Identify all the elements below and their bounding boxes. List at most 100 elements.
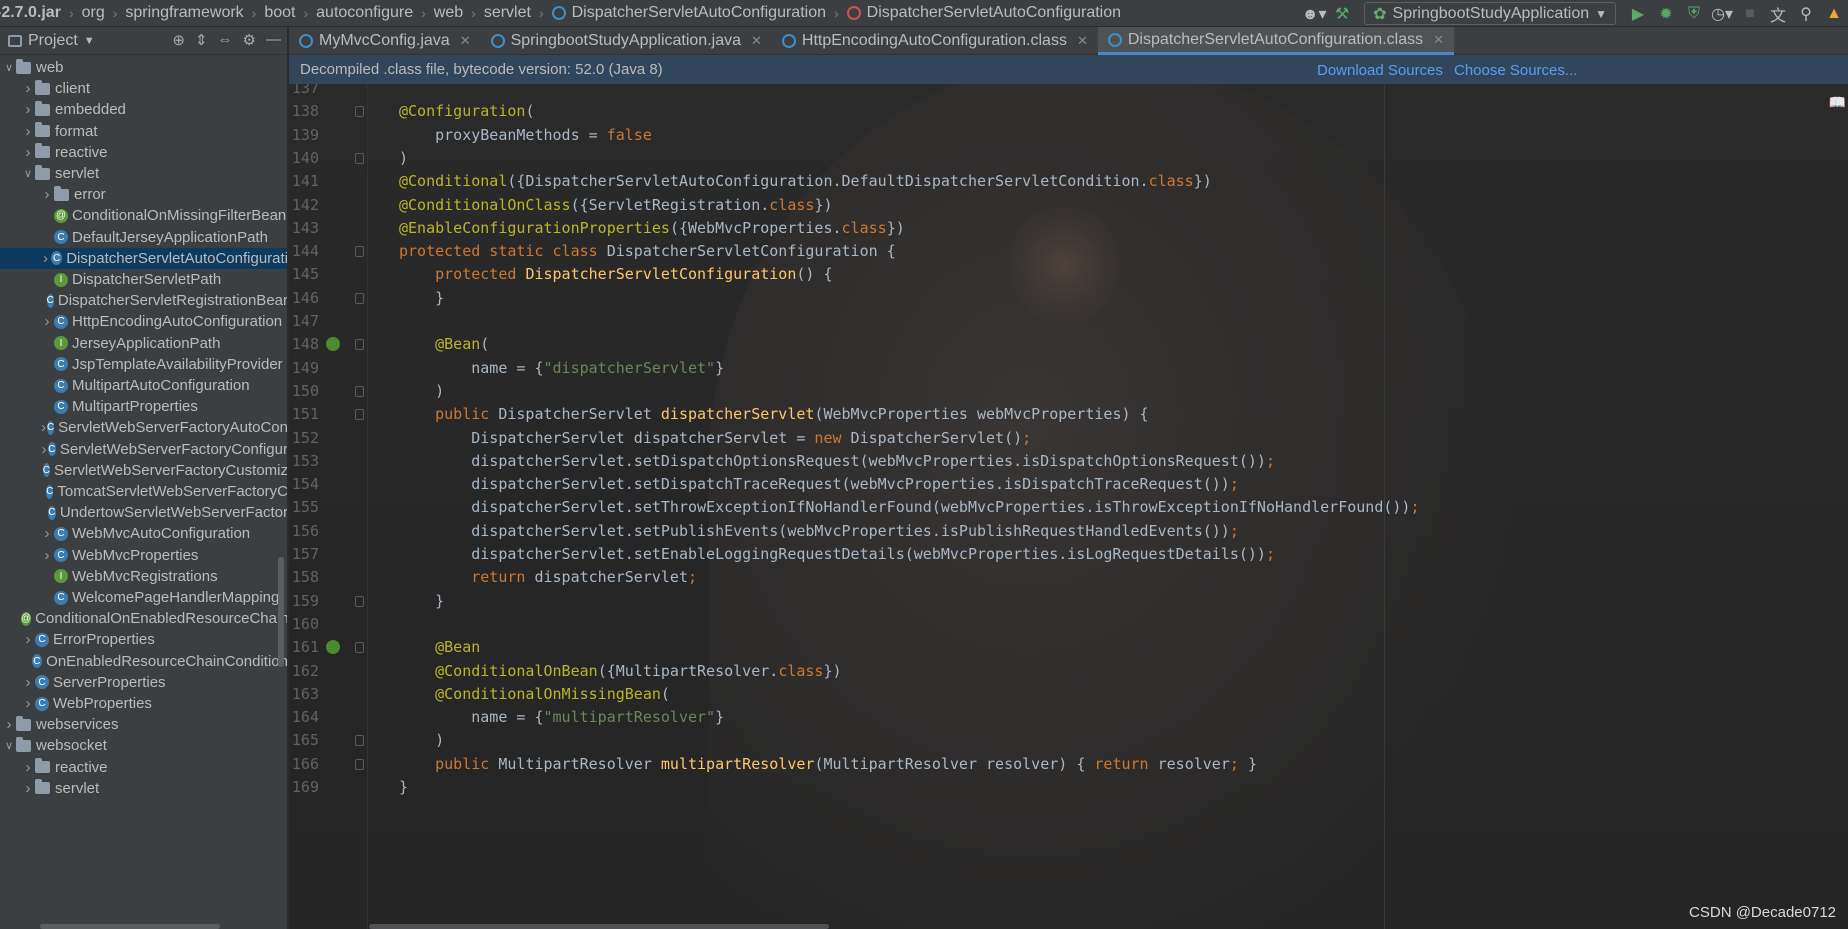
chevron-right-icon[interactable]: › [40,547,54,564]
editor-tab[interactable]: HttpEncodingAutoConfiguration.class ✕ [772,27,1098,55]
project-panel-title[interactable]: Project [28,32,78,50]
breadcrumb-item[interactable]: springframework [119,0,249,26]
expand-all-icon[interactable]: ⇕ [195,31,208,49]
tree-item[interactable]: › webservices [0,714,287,735]
tree-item[interactable]: ∨ websocket [0,735,287,756]
chevron-right-icon[interactable]: › [21,144,35,161]
tree-item[interactable]: @ ConditionalOnMissingFilterBean [0,205,287,226]
translate-icon[interactable]: 文 [1764,0,1792,26]
tree-item[interactable]: C ServletWebServerFactoryCustomiz [0,460,287,481]
chevron-right-icon[interactable]: › [21,631,35,648]
tree-item[interactable]: I DispatcherServletPath [0,269,287,290]
breadcrumb-item[interactable]: -2.7.0.jar [0,0,67,26]
hide-icon[interactable]: — [266,31,281,49]
run-icon[interactable]: ▶ [1624,0,1652,26]
fold-icon[interactable] [355,106,364,118]
chevron-right-icon[interactable]: › [40,419,47,436]
chevron-right-icon[interactable]: › [40,250,51,267]
tree-item[interactable]: › error [0,184,287,205]
vertical-scrollbar[interactable] [278,557,284,667]
tree-item[interactable]: › servlet [0,778,287,799]
tree-item[interactable]: › reactive [0,142,287,163]
chevron-right-icon[interactable]: › [21,80,35,97]
tree-item[interactable]: C OnEnabledResourceChainCondition [0,651,287,672]
breadcrumb-item[interactable]: servlet [478,0,537,26]
tree-item[interactable]: › client [0,78,287,99]
gear-icon[interactable]: ⚙ [243,31,256,49]
chevron-right-icon[interactable]: › [40,441,48,458]
editor-tab[interactable]: DispatcherServletAutoConfiguration.class… [1097,27,1455,55]
collapse-all-icon[interactable]: ⇔ [218,31,233,49]
chevron-down-icon[interactable]: ∨ [21,167,35,180]
chevron-right-icon[interactable]: › [21,123,35,140]
chevron-right-icon[interactable]: › [21,780,35,797]
chevron-right-icon[interactable]: › [2,716,16,733]
breadcrumb-item[interactable]: autoconfigure [310,0,419,26]
tree-item[interactable]: I WebMvcRegistrations [0,566,287,587]
debug-icon[interactable]: ✹ [1652,0,1680,26]
editor-tab[interactable]: MyMvcConfig.java ✕ [289,27,481,55]
tree-item[interactable]: › C WebMvcAutoConfiguration [0,523,287,544]
tree-item[interactable]: › C DispatcherServletAutoConfigurati [0,247,287,269]
breadcrumb-item[interactable]: boot [258,0,301,26]
horizontal-scrollbar[interactable] [369,924,829,929]
fold-icon[interactable] [355,385,364,397]
target-icon[interactable]: ⊕ [172,31,185,49]
tree-item[interactable]: ∨ servlet [0,163,287,184]
build-hammer-icon[interactable]: ⚒ [1328,0,1356,26]
tree-item[interactable]: C WelcomePageHandlerMapping [0,587,287,608]
download-sources-link[interactable]: Download Sources [1317,62,1443,79]
fold-icon[interactable] [355,642,364,654]
tree-item[interactable]: C DispatcherServletRegistrationBear [0,290,287,311]
chevron-right-icon[interactable]: › [21,759,35,776]
fold-icon[interactable] [355,152,364,164]
close-icon[interactable]: ✕ [1077,33,1088,49]
chevron-right-icon[interactable]: › [21,101,35,118]
tree-item[interactable]: @ ConditionalOnEnabledResourceChain [0,608,287,629]
breadcrumb-item[interactable]: DispatcherServletAutoConfiguration [841,0,1127,26]
chevron-right-icon[interactable]: › [40,525,54,542]
fold-icon[interactable] [355,292,364,304]
close-icon[interactable]: ✕ [460,33,471,49]
tree-item[interactable]: › C ServletWebServerFactoryAutoCon [0,417,287,438]
coverage-icon[interactable]: ⛨ [1680,0,1708,26]
tree-item[interactable]: › C WebProperties [0,693,287,714]
fold-icon[interactable] [355,409,364,421]
tree-item[interactable]: I JerseyApplicationPath [0,333,287,354]
chevron-down-icon[interactable]: ▼ [84,35,95,47]
tree-item[interactable]: › C HttpEncodingAutoConfiguration [0,311,287,332]
fold-icon[interactable] [355,339,364,351]
editor-tab[interactable]: SpringbootStudyApplication.java ✕ [481,27,772,55]
tree-item[interactable]: › C ServerProperties [0,672,287,693]
bean-gutter-icon[interactable] [326,337,340,352]
tree-item[interactable]: › C ErrorProperties [0,629,287,650]
run-configuration-select[interactable]: ✿ SpringbootStudyApplication ▼ [1364,2,1616,25]
chevron-right-icon[interactable]: › [21,695,35,712]
profile-icon[interactable]: ◷▾ [1708,0,1736,26]
stop-icon[interactable]: ■ [1736,0,1764,26]
breadcrumb-item[interactable]: org [76,0,111,26]
update-icon[interactable]: ▲ [1820,0,1848,26]
fold-icon[interactable] [355,758,364,770]
tree-item[interactable]: › reactive [0,757,287,778]
tree-item[interactable]: C TomcatServletWebServerFactoryC [0,481,287,502]
code-editor[interactable]: 137 138 @Configuration(139 proxyBeanMethod… [289,84,1848,929]
search-icon[interactable]: ⚲ [1792,0,1820,26]
tree-item[interactable]: › embedded [0,99,287,120]
tree-item[interactable]: C DefaultJerseyApplicationPath [0,227,287,248]
chevron-down-icon[interactable]: ∨ [2,739,16,752]
tree-item[interactable]: ∨ web [0,57,287,78]
fold-icon[interactable] [355,246,364,258]
choose-sources-link[interactable]: Choose Sources... [1454,62,1577,79]
tree-item[interactable]: C UndertowServletWebServerFactor [0,502,287,523]
reader-mode-icon[interactable]: 📖 [1829,94,1846,111]
tree-item[interactable]: C MultipartProperties [0,396,287,417]
breadcrumb-item[interactable]: DispatcherServletAutoConfiguration [546,0,832,26]
user-icon[interactable]: ☻▾ [1300,0,1328,26]
bean-gutter-icon[interactable] [326,640,340,655]
horizontal-scrollbar[interactable] [40,924,220,929]
tree-item[interactable]: C JspTemplateAvailabilityProvider [0,354,287,375]
chevron-right-icon[interactable]: › [40,186,54,203]
chevron-down-icon[interactable]: ∨ [2,61,16,74]
tree-item[interactable]: › C WebMvcProperties [0,545,287,566]
